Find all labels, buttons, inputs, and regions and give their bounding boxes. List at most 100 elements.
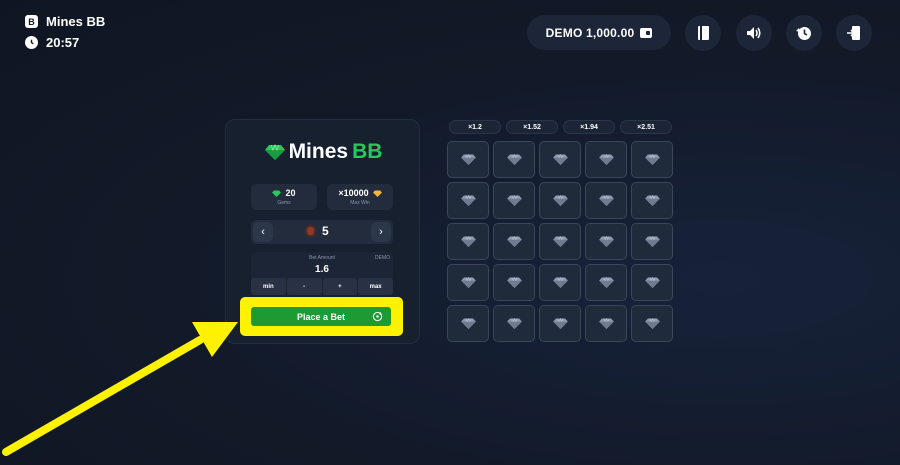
clock-time: 20:57 [46,35,80,50]
clock-icon [25,36,38,49]
diamond-icon [506,236,522,247]
sound-icon [747,27,761,39]
max-win-label: Max Win [350,200,370,206]
gem-icon [272,189,282,197]
mine-tile[interactable] [631,182,673,219]
diamond-icon [598,154,614,165]
gems-stat: 20 Gems [251,184,317,210]
diamond-icon [460,277,476,288]
book-icon [698,26,709,40]
bet-currency: DEMO [375,255,390,261]
balance-text: DEMO 1,000.00 [545,25,635,40]
bet-amount-box: Bet Amount DEMO 1.6 min - + max [251,252,393,295]
diamond-icon [598,277,614,288]
gem-icon [264,144,285,160]
max-win-stat: ×10000 Max Win [327,184,393,210]
wallet-icon [640,27,653,38]
mine-tile[interactable] [539,305,581,342]
place-bet-button[interactable]: Place a Bet [251,307,391,326]
diamond-icon [460,195,476,206]
mine-tile[interactable] [447,223,489,260]
mine-tile[interactable] [631,141,673,178]
history-icon [796,27,811,40]
diamond-icon [644,154,660,165]
mine-tile[interactable] [447,264,489,301]
game-name: Mines BB [46,14,106,29]
mine-tile[interactable] [585,264,627,301]
mine-tile[interactable] [585,305,627,342]
mine-tile[interactable] [447,141,489,178]
mine-tile[interactable] [493,141,535,178]
mine-tile[interactable] [631,223,673,260]
bet-max-button[interactable]: max [358,278,393,295]
rules-button[interactable] [685,15,721,51]
mines-selector: ‹ 5 › [251,220,393,244]
logo-text-bb: BB [352,140,383,163]
autoplay-icon [372,311,383,322]
mine-tile[interactable] [585,182,627,219]
game-name-row: B Mines BB [25,12,105,31]
game-info: B Mines BB 20:57 [25,12,105,54]
diamond-icon [506,277,522,288]
multiplier-1: ×1.2 [449,120,501,134]
mine-tile[interactable] [631,264,673,301]
game-badge-icon: B [25,15,38,28]
game-logo: Mines BB [226,140,421,164]
mine-tile[interactable] [447,182,489,219]
diamond-icon [506,154,522,165]
gems-count: 20 [285,188,296,198]
bet-adjust-buttons: min - + max [251,278,393,295]
gems-label: Gems [277,200,291,206]
bet-amount-input[interactable]: 1.6 [251,264,393,275]
mine-tile[interactable] [493,223,535,260]
place-bet-label: Place a Bet [296,311,346,322]
mine-tile[interactable] [539,223,581,260]
diamond-icon [506,195,522,206]
diamond-icon [460,154,476,165]
multiplier-2: ×1.52 [506,120,558,134]
mines-decrease-button[interactable]: ‹ [253,222,273,242]
mine-tile[interactable] [493,182,535,219]
mines-count: 5 [322,224,329,238]
sound-button[interactable] [736,15,772,51]
mine-tile[interactable] [585,141,627,178]
diamond-icon [598,195,614,206]
max-win-value: ×10000 [338,188,369,198]
diamond-icon [644,318,660,329]
mine-tile[interactable] [493,264,535,301]
mines-grid [447,141,673,345]
mine-tile[interactable] [631,305,673,342]
exit-icon [847,26,860,40]
mine-tile[interactable] [539,141,581,178]
multiplier-3: ×1.94 [563,120,615,134]
diamond-icon [644,236,660,247]
diamond-icon [506,318,522,329]
logo-text-mines: Mines [288,140,349,163]
diamond-icon [598,318,614,329]
mine-icon [305,225,316,237]
balance-display: DEMO 1,000.00 [527,15,671,50]
bet-amount-label: Bet Amount [309,255,335,261]
mine-tile[interactable] [539,182,581,219]
diamond-icon [460,318,476,329]
diamond-icon [460,236,476,247]
diamond-icon [552,277,568,288]
diamond-icon [552,236,568,247]
diamond-icon [552,195,568,206]
bet-increase-button[interactable]: + [322,278,358,295]
mine-tile[interactable] [447,305,489,342]
bet-decrease-button[interactable]: - [286,278,322,295]
gold-gem-icon [372,189,382,197]
diamond-icon [598,236,614,247]
mine-tile[interactable] [539,264,581,301]
exit-button[interactable] [836,15,872,51]
diamond-icon [644,195,660,206]
bet-min-button[interactable]: min [251,278,286,295]
clock-row: 20:57 [25,33,105,52]
diamond-icon [552,318,568,329]
mine-tile[interactable] [585,223,627,260]
history-button[interactable] [786,15,822,51]
mines-increase-button[interactable]: › [371,222,391,242]
multiplier-4: ×2.51 [620,120,672,134]
mine-tile[interactable] [493,305,535,342]
